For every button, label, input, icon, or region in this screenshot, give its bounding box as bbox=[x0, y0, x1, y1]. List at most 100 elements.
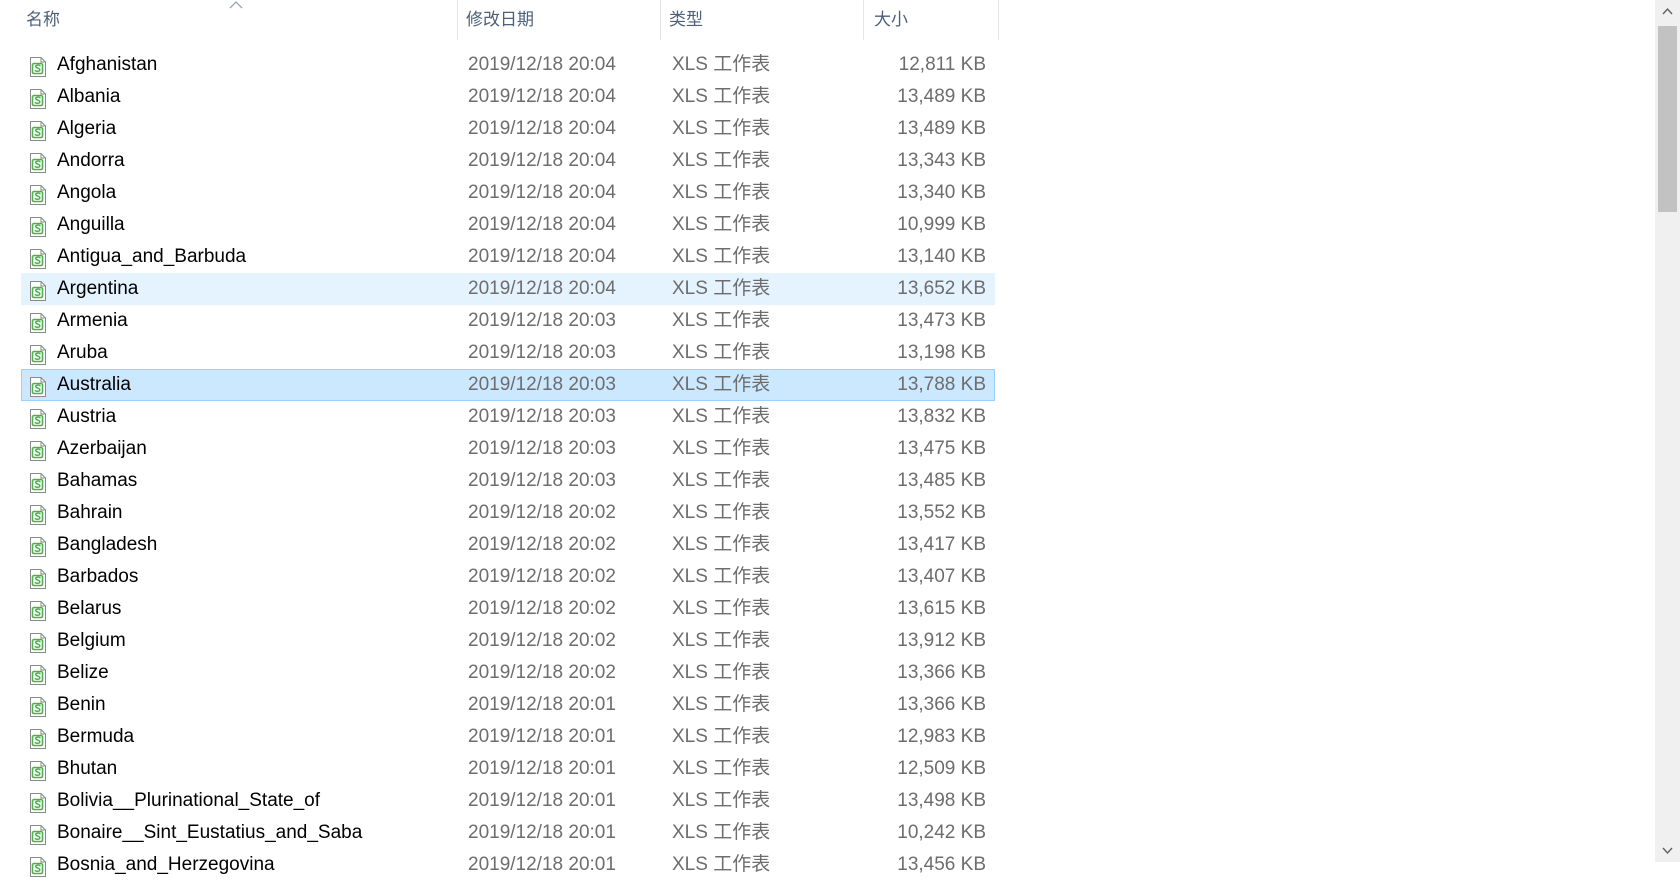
file-row[interactable]: Bahrain 2019/12/18 20:02 XLS 工作表 13,552 KB bbox=[21, 497, 995, 529]
file-modified-date: 2019/12/18 20:02 bbox=[468, 534, 616, 555]
file-size: 13,489 KB bbox=[897, 118, 986, 139]
file-modified-date: 2019/12/18 20:03 bbox=[468, 374, 616, 395]
file-type: XLS 工作表 bbox=[672, 406, 771, 427]
file-modified-date: 2019/12/18 20:03 bbox=[468, 438, 616, 459]
spreadsheet-file-icon bbox=[30, 57, 46, 77]
file-row[interactable]: Armenia 2019/12/18 20:03 XLS 工作表 13,473 KB bbox=[21, 305, 995, 337]
file-type: XLS 工作表 bbox=[672, 790, 771, 811]
file-type: XLS 工作表 bbox=[672, 54, 771, 75]
spreadsheet-file-icon bbox=[30, 249, 46, 269]
column-header-size-label: 大小 bbox=[874, 10, 908, 29]
file-name: Albania bbox=[57, 86, 121, 107]
file-row[interactable]: Azerbaijan 2019/12/18 20:03 XLS 工作表 13,475 … bbox=[21, 433, 995, 465]
file-row[interactable]: Andorra 2019/12/18 20:04 XLS 工作表 13,343 KB bbox=[21, 145, 995, 177]
file-row[interactable]: Aruba 2019/12/18 20:03 XLS 工作表 13,198 KB bbox=[21, 337, 995, 369]
file-row[interactable]: Bermuda 2019/12/18 20:01 XLS 工作表 12,983 KB bbox=[21, 721, 995, 753]
file-row[interactable]: Antigua_and_Barbuda 2019/12/18 20:04 XLS 工… bbox=[21, 241, 995, 273]
file-row[interactable]: Angola 2019/12/18 20:04 XLS 工作表 13,340 KB bbox=[21, 177, 995, 209]
file-row[interactable]: Bangladesh 2019/12/18 20:02 XLS 工作表 13,417 … bbox=[21, 529, 995, 561]
spreadsheet-file-icon bbox=[30, 601, 46, 621]
file-row[interactable]: Benin 2019/12/18 20:01 XLS 工作表 13,366 KB bbox=[21, 689, 995, 721]
file-type: XLS 工作表 bbox=[672, 502, 771, 523]
file-modified-date: 2019/12/18 20:02 bbox=[468, 502, 616, 523]
file-type: XLS 工作表 bbox=[672, 342, 771, 363]
file-modified-date: 2019/12/18 20:01 bbox=[468, 790, 616, 811]
file-modified-date: 2019/12/18 20:04 bbox=[468, 54, 616, 75]
file-size: 13,832 KB bbox=[897, 406, 986, 427]
file-modified-date: 2019/12/18 20:04 bbox=[468, 214, 616, 235]
file-type: XLS 工作表 bbox=[672, 214, 771, 235]
spreadsheet-file-icon bbox=[30, 217, 46, 237]
file-row[interactable]: Bhutan 2019/12/18 20:01 XLS 工作表 12,509 KB bbox=[21, 753, 995, 785]
column-header-type[interactable]: 类型 bbox=[661, 0, 864, 40]
column-header-name-label: 名称 bbox=[26, 10, 60, 29]
file-row[interactable]: Austria 2019/12/18 20:03 XLS 工作表 13,832 KB bbox=[21, 401, 995, 433]
file-modified-date: 2019/12/18 20:01 bbox=[468, 822, 616, 843]
scrollbar-thumb[interactable] bbox=[1658, 26, 1677, 212]
file-modified-date: 2019/12/18 20:02 bbox=[468, 598, 616, 619]
file-name: Australia bbox=[57, 374, 131, 395]
spreadsheet-file-icon bbox=[30, 377, 46, 397]
file-name: Bhutan bbox=[57, 758, 118, 779]
file-modified-date: 2019/12/18 20:03 bbox=[468, 406, 616, 427]
file-row[interactable]: Anguilla 2019/12/18 20:04 XLS 工作表 10,999 KB bbox=[21, 209, 995, 241]
file-type: XLS 工作表 bbox=[672, 758, 771, 779]
spreadsheet-file-icon bbox=[30, 313, 46, 333]
chevron-down-icon[interactable] bbox=[1655, 840, 1680, 860]
column-header-size[interactable]: 大小 bbox=[864, 0, 999, 40]
spreadsheet-file-icon bbox=[30, 665, 46, 685]
chevron-up-icon[interactable] bbox=[1655, 2, 1680, 22]
file-size: 13,489 KB bbox=[897, 86, 986, 107]
vertical-scrollbar[interactable] bbox=[1655, 0, 1680, 862]
file-name: Belize bbox=[57, 662, 109, 683]
file-size: 13,485 KB bbox=[897, 470, 986, 491]
file-name: Angola bbox=[57, 182, 117, 203]
column-header-date[interactable]: 修改日期 bbox=[458, 0, 661, 40]
file-row[interactable]: Bolivia__Plurinational_State_of 2019/12/1… bbox=[21, 785, 995, 817]
file-size: 13,473 KB bbox=[897, 310, 986, 331]
file-row[interactable]: Argentina 2019/12/18 20:04 XLS 工作表 13,652 K… bbox=[21, 273, 995, 305]
file-size: 13,788 KB bbox=[897, 374, 986, 395]
file-modified-date: 2019/12/18 20:04 bbox=[468, 118, 616, 139]
file-row[interactable]: Belgium 2019/12/18 20:02 XLS 工作表 13,912 KB bbox=[21, 625, 995, 657]
spreadsheet-file-icon bbox=[30, 857, 46, 877]
file-modified-date: 2019/12/18 20:03 bbox=[468, 310, 616, 331]
spreadsheet-file-icon bbox=[30, 153, 46, 173]
spreadsheet-file-icon bbox=[30, 409, 46, 429]
file-row[interactable]: Bahamas 2019/12/18 20:03 XLS 工作表 13,485 KB bbox=[21, 465, 995, 497]
file-modified-date: 2019/12/18 20:01 bbox=[468, 726, 616, 747]
file-size: 13,407 KB bbox=[897, 566, 986, 587]
file-row[interactable]: Albania 2019/12/18 20:04 XLS 工作表 13,489 KB bbox=[21, 81, 995, 113]
file-type: XLS 工作表 bbox=[672, 534, 771, 555]
file-type: XLS 工作表 bbox=[672, 854, 771, 875]
file-row[interactable]: Afghanistan 2019/12/18 20:04 XLS 工作表 12,811… bbox=[21, 49, 995, 81]
spreadsheet-file-icon bbox=[30, 825, 46, 845]
file-name: Azerbaijan bbox=[57, 438, 147, 459]
file-size: 13,343 KB bbox=[897, 150, 986, 171]
spreadsheet-file-icon bbox=[30, 793, 46, 813]
column-header-date-label: 修改日期 bbox=[466, 10, 534, 29]
file-row[interactable]: Algeria 2019/12/18 20:04 XLS 工作表 13,489 KB bbox=[21, 113, 995, 145]
file-size: 13,498 KB bbox=[897, 790, 986, 811]
file-row[interactable]: Barbados 2019/12/18 20:02 XLS 工作表 13,407 KB bbox=[21, 561, 995, 593]
column-header: 名称 修改日期 类型 大小 bbox=[0, 0, 1000, 40]
column-header-type-label: 类型 bbox=[669, 10, 703, 29]
file-row[interactable]: Bosnia_and_Herzegovina 2019/12/18 20:01 XL… bbox=[21, 849, 995, 881]
spreadsheet-file-icon bbox=[30, 281, 46, 301]
file-row[interactable]: Belize 2019/12/18 20:02 XLS 工作表 13,366 KB bbox=[21, 657, 995, 689]
file-row[interactable]: Australia 2019/12/18 20:03 XLS 工作表 13,788 K… bbox=[21, 369, 995, 401]
file-size: 10,242 KB bbox=[897, 822, 986, 843]
file-name: Armenia bbox=[57, 310, 128, 331]
file-name: Aruba bbox=[57, 342, 108, 363]
spreadsheet-file-icon bbox=[30, 441, 46, 461]
file-size: 12,509 KB bbox=[897, 758, 986, 779]
file-row[interactable]: Bonaire__Sint_Eustatius_and_Saba 2019/12/… bbox=[21, 817, 995, 849]
file-row[interactable]: Belarus 2019/12/18 20:02 XLS 工作表 13,615 KB bbox=[21, 593, 995, 625]
file-type: XLS 工作表 bbox=[672, 694, 771, 715]
file-size: 12,983 KB bbox=[897, 726, 986, 747]
file-name: Algeria bbox=[57, 118, 117, 139]
file-name: Benin bbox=[57, 694, 106, 715]
file-name: Afghanistan bbox=[57, 54, 158, 75]
file-type: XLS 工作表 bbox=[672, 726, 771, 747]
file-modified-date: 2019/12/18 20:04 bbox=[468, 278, 616, 299]
